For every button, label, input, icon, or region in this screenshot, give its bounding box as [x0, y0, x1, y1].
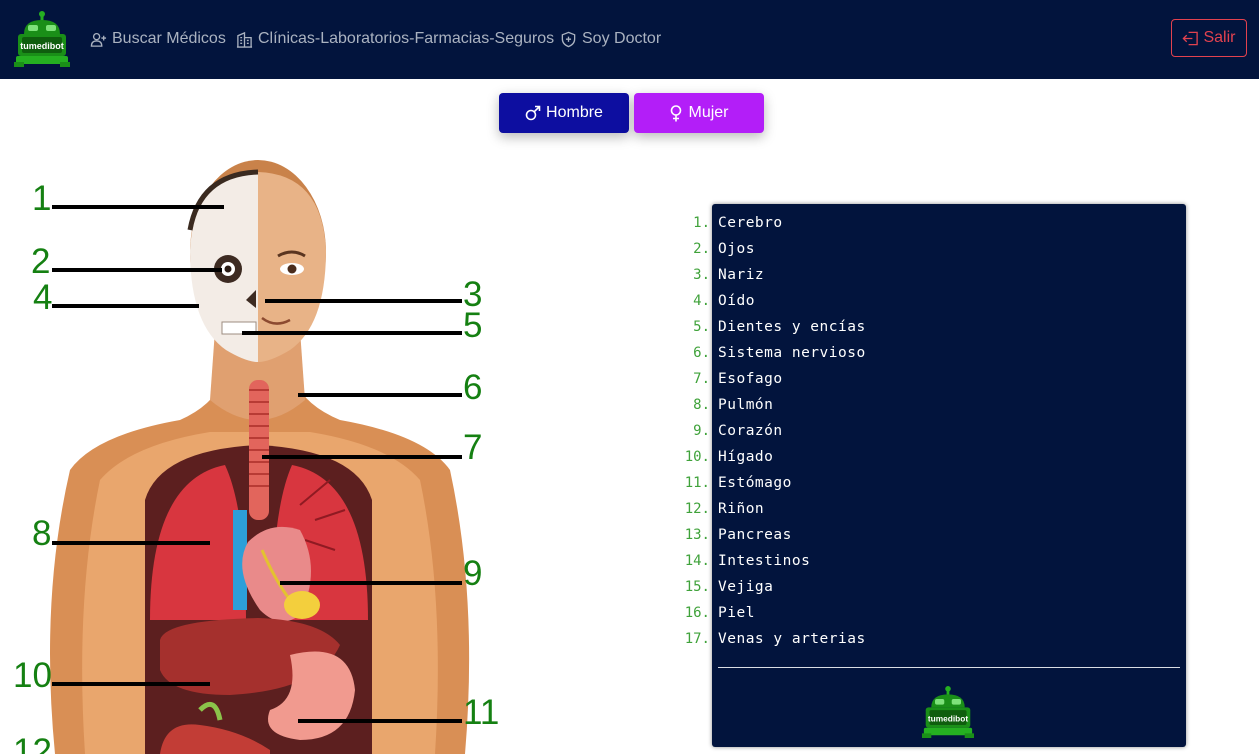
footer-logo-wordmark: tumedibot	[928, 713, 969, 723]
logout-button[interactable]: Salir	[1171, 19, 1247, 57]
organ-number: 12.	[684, 501, 710, 517]
logout-icon	[1182, 31, 1199, 45]
organ-list: Cerebro Ojos Nariz Oído Dientes y encías…	[718, 212, 866, 654]
callout-number[interactable]: 1	[32, 181, 51, 216]
organ-number: 17.	[684, 631, 710, 647]
organ-number: 14.	[684, 553, 710, 569]
user-plus-icon	[90, 32, 107, 47]
nav-link-label: Buscar Médicos	[112, 30, 226, 47]
organ-list-item[interactable]: Piel	[718, 602, 866, 628]
organ-number: 2.	[693, 241, 710, 257]
panel-divider	[718, 667, 1180, 668]
logout-label: Salir	[1203, 29, 1236, 46]
callout-number[interactable]: 7	[463, 430, 482, 465]
organ-number: 7.	[693, 371, 710, 387]
callout-number[interactable]: 2	[31, 244, 50, 279]
organ-list-item[interactable]: Oído	[718, 290, 866, 316]
logo-wordmark: tumedibot	[20, 41, 64, 51]
organ-number: 8.	[693, 397, 710, 413]
female-symbol-icon	[671, 104, 682, 121]
organ-number: 9.	[693, 423, 710, 439]
organ-list-item[interactable]: Riñon	[718, 498, 866, 524]
organ-list-item[interactable]: Cerebro	[718, 212, 866, 238]
nav-buscar-medicos[interactable]: Buscar Médicos	[90, 28, 226, 50]
organ-number: 16.	[684, 605, 710, 621]
organ-number: 4.	[693, 293, 710, 309]
organ-list-item[interactable]: Ojos	[718, 238, 866, 264]
callout-number[interactable]: 10	[13, 658, 52, 693]
callout-number[interactable]: 5	[463, 308, 482, 343]
human-body-illustration	[50, 160, 470, 754]
organ-list-item[interactable]: Hígado	[718, 446, 866, 472]
organ-number: 5.	[693, 319, 710, 335]
organ-list-item[interactable]: Dientes y encías	[718, 316, 866, 342]
organ-number: 3.	[693, 267, 710, 283]
building-icon	[236, 31, 253, 48]
organ-list-item[interactable]: Intestinos	[718, 550, 866, 576]
organ-list-item[interactable]: Esofago	[718, 368, 866, 394]
callout-number[interactable]: 8	[32, 516, 51, 551]
organ-list-item[interactable]: Corazón	[718, 420, 866, 446]
organ-number: 6.	[693, 345, 710, 361]
mujer-button[interactable]: Mujer	[634, 93, 764, 133]
callout-number[interactable]: 4	[33, 280, 52, 315]
top-navbar: tumedibot Buscar Médicos Clínicas-Labora…	[0, 0, 1259, 79]
organ-list-item[interactable]: Nariz	[718, 264, 866, 290]
organ-list-item[interactable]: Vejiga	[718, 576, 866, 602]
organ-number: 11.	[684, 475, 710, 491]
hombre-button[interactable]: Hombre	[499, 93, 629, 133]
callout-number[interactable]: 11	[463, 695, 499, 730]
callout-number[interactable]: 6	[463, 370, 482, 405]
tumedibot-logo[interactable]: tumedibot	[14, 10, 70, 68]
organ-list-item[interactable]: Sistema nervioso	[718, 342, 866, 368]
nav-link-label: Clínicas-Laboratorios-Farmacias-Seguros	[258, 30, 555, 47]
tumedibot-footer-logo: tumedibot	[922, 686, 974, 738]
callout-number[interactable]: 9	[463, 556, 482, 591]
organ-number: 13.	[684, 527, 710, 543]
male-symbol-icon	[525, 105, 541, 121]
organ-number-column: 1. 2. 3. 4. 5. 6. 7. 8. 9. 10. 11. 12. 1…	[660, 212, 710, 654]
organ-list-item[interactable]: Venas y arterias	[718, 628, 866, 654]
organ-number: 15.	[684, 579, 710, 595]
nav-clinicas[interactable]: Clínicas-Laboratorios-Farmacias-Seguros	[236, 28, 554, 50]
callout-number[interactable]: 12	[13, 734, 52, 754]
organ-list-panel: Cerebro Ojos Nariz Oído Dientes y encías…	[712, 204, 1186, 747]
mujer-label: Mujer	[688, 104, 729, 121]
organ-list-item[interactable]: Pulmón	[718, 394, 866, 420]
organ-list-item[interactable]: Estómago	[718, 472, 866, 498]
hombre-label: Hombre	[546, 104, 603, 121]
nav-soy-doctor[interactable]: Soy Doctor	[560, 28, 661, 50]
anatomy-figure: 1 2 3 4 5 6 7 8 9 10 11 12	[0, 150, 520, 754]
organ-number: 10.	[684, 449, 710, 465]
nav-link-label: Soy Doctor	[582, 30, 662, 47]
organ-number: 1.	[693, 215, 710, 231]
organ-list-item[interactable]: Pancreas	[718, 524, 866, 550]
shield-plus-icon	[561, 31, 576, 47]
